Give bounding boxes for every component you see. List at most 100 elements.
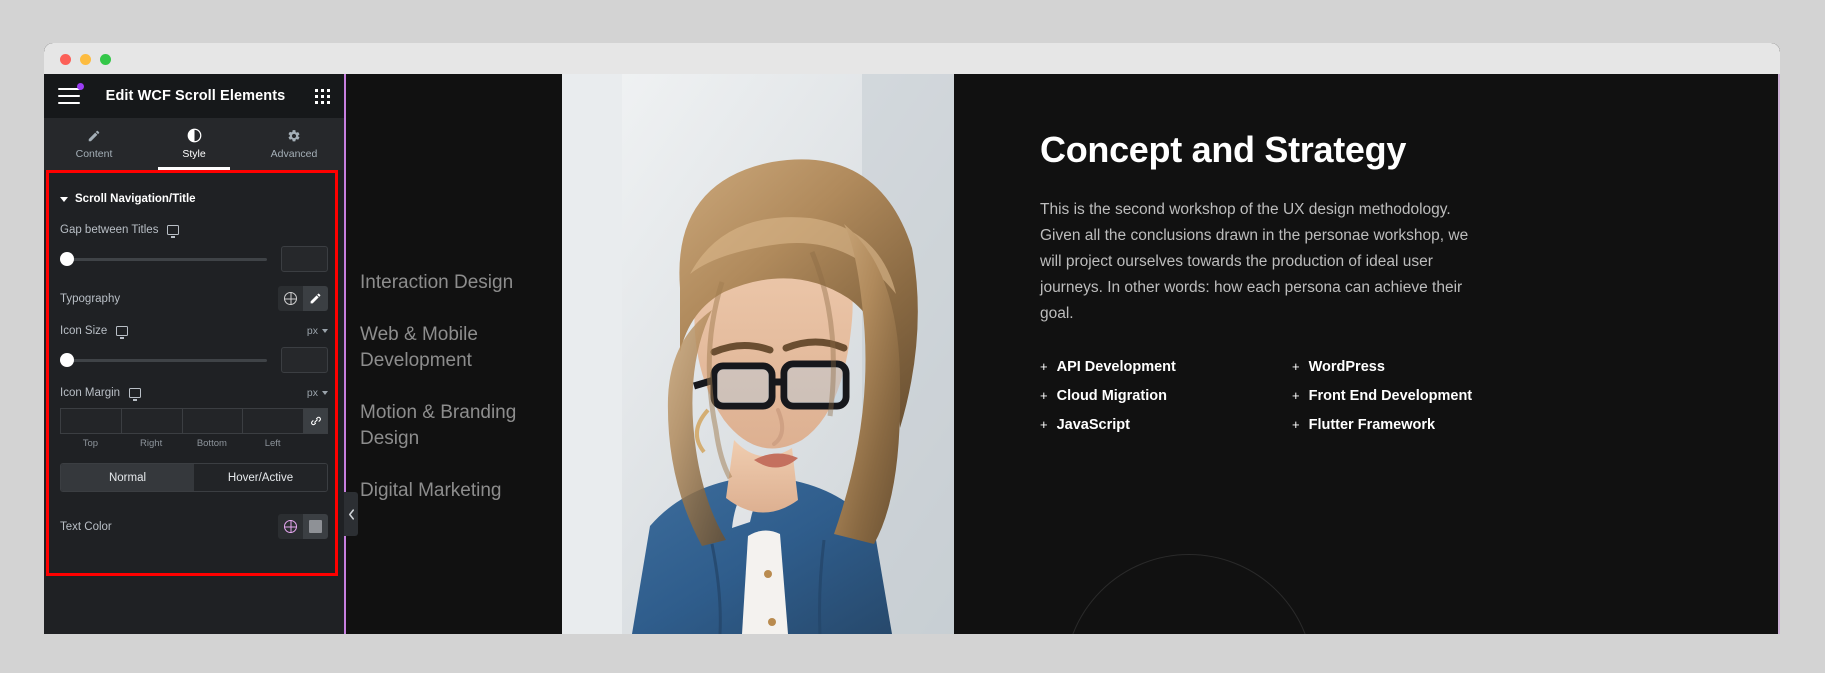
monitor-icon[interactable]: [129, 388, 142, 401]
tab-style-label: Style: [182, 148, 206, 160]
close-window-button[interactable]: [60, 54, 71, 65]
typography-edit-icon[interactable]: [303, 286, 328, 311]
slider-knob[interactable]: [60, 252, 74, 266]
content-heading: Concept and Strategy: [1040, 129, 1407, 170]
tab-advanced-label: Advanced: [270, 148, 318, 160]
plus-icon: +: [1292, 388, 1300, 403]
gap-between-titles-slider-row: [60, 246, 328, 272]
chevron-down-icon: [322, 391, 328, 395]
monitor-icon[interactable]: [116, 326, 129, 339]
browser-window: Edit WCF Scroll Elements Content Style A…: [44, 43, 1780, 634]
gap-between-titles-input[interactable]: [281, 246, 328, 272]
state-tab-normal[interactable]: Normal: [61, 464, 194, 491]
plus-icon: +: [1040, 388, 1048, 403]
window-titlebar: [44, 43, 1780, 74]
content-paragraph: This is the second workshop of the UX de…: [1040, 201, 1469, 322]
icon-margin-left-input[interactable]: [242, 408, 303, 434]
icon-margin-top-input[interactable]: [60, 408, 121, 434]
text-color-buttons: [278, 514, 328, 539]
tab-advanced[interactable]: Advanced: [244, 118, 344, 170]
section-scroll-navigation-title[interactable]: Scroll Navigation/Title: [60, 170, 328, 210]
icon-size-input[interactable]: [281, 347, 328, 373]
maximize-window-button[interactable]: [100, 54, 111, 65]
icon-margin-right-cell: Right: [120, 408, 182, 449]
section-title-label: Scroll Navigation/Title: [75, 193, 196, 205]
monitor-icon[interactable]: [167, 225, 180, 238]
scroll-nav-item[interactable]: Motion & Branding Design: [360, 400, 545, 452]
feature-label: JavaScript: [1056, 417, 1130, 433]
slider-knob[interactable]: [60, 353, 74, 367]
control-icon-size: Icon Size px: [60, 325, 328, 339]
scroll-nav-indicator-line: [344, 74, 346, 634]
pencil-icon: [87, 128, 101, 143]
decorative-circle: [1064, 554, 1314, 634]
panel-tabs: Content Style Advanced: [44, 118, 344, 170]
notification-dot-icon: [77, 83, 84, 90]
icon-margin-unit-selector[interactable]: px: [307, 387, 328, 399]
icon-margin-bottom-caption: Bottom: [196, 438, 227, 449]
control-text-color: Text Color: [60, 514, 328, 539]
icon-margin-left-cell: Left: [242, 408, 303, 449]
chevron-down-icon: [322, 329, 328, 333]
control-gap-between-titles: Gap between Titles: [60, 224, 328, 238]
minimize-window-button[interactable]: [80, 54, 91, 65]
icon-size-slider-row: [60, 347, 328, 373]
gap-between-titles-slider[interactable]: [60, 252, 267, 266]
hero-image: [562, 74, 954, 634]
caret-down-icon: [60, 197, 68, 202]
text-color-globe-icon[interactable]: [278, 514, 303, 539]
typography-globe-icon[interactable]: [278, 286, 303, 311]
panel-collapse-handle[interactable]: [344, 492, 358, 536]
scroll-nav-item[interactable]: Interaction Design: [360, 270, 545, 296]
text-color-swatch[interactable]: [303, 514, 328, 539]
contrast-icon: [187, 128, 202, 143]
scroll-nav-item[interactable]: Digital Marketing: [360, 478, 545, 504]
scroll-navigation: Interaction Design Web & Mobile Developm…: [344, 74, 562, 634]
icon-size-unit-selector[interactable]: px: [307, 325, 328, 337]
apps-grid-icon[interactable]: [315, 88, 330, 104]
typography-label: Typography: [60, 292, 121, 305]
plus-icon: +: [1292, 417, 1300, 432]
gear-icon: [287, 128, 301, 143]
feature-label: Flutter Framework: [1308, 417, 1436, 433]
icon-margin-right-caption: Right: [140, 438, 163, 449]
plus-icon: +: [1040, 359, 1048, 374]
feature-item: + API Development: [1040, 359, 1292, 375]
slider-track: [60, 359, 267, 362]
icon-margin-fields: Top Right Bottom Left: [60, 408, 328, 449]
control-icon-margin: Icon Margin px: [60, 387, 328, 401]
icon-margin-right-input[interactable]: [120, 408, 182, 434]
gap-between-titles-label: Gap between Titles: [60, 224, 159, 236]
icon-margin-unit-label: px: [306, 387, 318, 399]
feature-label: Cloud Migration: [1056, 388, 1167, 404]
tab-content[interactable]: Content: [44, 118, 144, 170]
tab-style[interactable]: Style: [144, 118, 244, 170]
feature-item: + JavaScript: [1040, 417, 1292, 433]
typography-buttons: [278, 286, 328, 311]
state-tabs: Normal Hover/Active: [60, 463, 328, 492]
feature-item: + Cloud Migration: [1040, 388, 1292, 404]
icon-size-slider[interactable]: [60, 353, 267, 367]
state-tab-hover-active[interactable]: Hover/Active: [194, 464, 327, 491]
plus-icon: +: [1292, 359, 1300, 374]
panel-title: Edit WCF Scroll Elements: [105, 88, 286, 104]
icon-margin-top-caption: Top: [82, 438, 99, 449]
feature-item: + Front End Development: [1292, 388, 1520, 404]
hamburger-menu-icon[interactable]: [58, 83, 84, 104]
feature-item: + Flutter Framework: [1292, 417, 1520, 433]
tab-content-label: Content: [75, 148, 113, 160]
link-icon[interactable]: [303, 408, 328, 434]
feature-label: Front End Development: [1308, 388, 1473, 404]
icon-margin-bottom-input[interactable]: [181, 408, 243, 434]
icon-margin-bottom-cell: Bottom: [181, 408, 243, 449]
elementor-panel: Edit WCF Scroll Elements Content Style A…: [44, 74, 358, 634]
slider-track: [60, 258, 267, 261]
preview-canvas: Interaction Design Web & Mobile Developm…: [344, 74, 1780, 634]
scroll-nav-item[interactable]: Web & Mobile Development: [360, 322, 545, 374]
editor-shell: Edit WCF Scroll Elements Content Style A…: [44, 74, 1780, 634]
icon-margin-top-cell: Top: [60, 408, 121, 449]
feature-label: API Development: [1056, 359, 1176, 375]
icon-margin-left-caption: Left: [264, 438, 281, 449]
icon-margin-label: Icon Margin: [60, 387, 121, 399]
feature-list: + API Development + WordPress + Cloud Mi…: [1040, 359, 1520, 433]
